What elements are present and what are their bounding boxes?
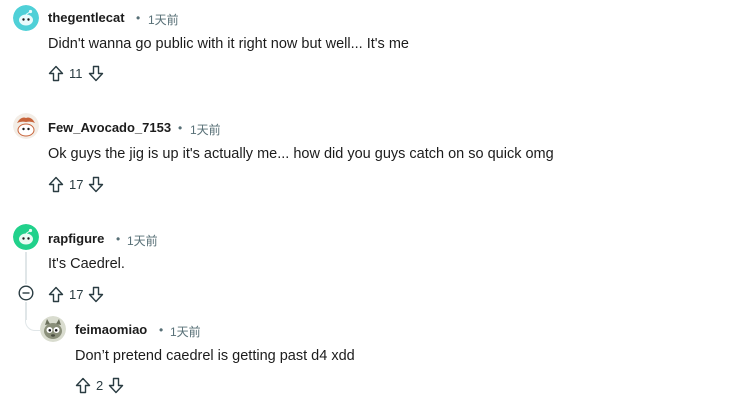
separator-dot: • [178, 121, 183, 135]
timestamp[interactable]: 1天前 [170, 323, 201, 340]
upvote-icon[interactable] [47, 285, 65, 303]
username[interactable]: feimaomiao [75, 322, 147, 337]
username[interactable]: Few_Avocado_7153 [48, 120, 171, 135]
separator-dot: • [136, 11, 141, 25]
vote-bar: 17 [47, 285, 105, 303]
upvote-icon[interactable] [47, 175, 65, 193]
avatar[interactable] [13, 113, 39, 139]
vote-bar: 2 [74, 376, 125, 394]
timestamp[interactable]: 1天前 [148, 11, 179, 28]
upvote-icon[interactable] [47, 64, 65, 82]
timestamp[interactable]: 1天前 [190, 121, 221, 138]
vote-count: 17 [69, 286, 84, 302]
downvote-icon[interactable] [87, 285, 105, 303]
comment-text: Don’t pretend caedrel is getting past d4… [75, 348, 355, 364]
vote-count: 2 [96, 377, 104, 393]
separator-dot: • [116, 232, 121, 246]
cat-avatar-icon [40, 316, 66, 342]
snoo-avatar-icon [13, 224, 39, 250]
avatar[interactable] [40, 316, 66, 342]
thread-line[interactable] [25, 252, 27, 284]
snoo-avatar-icon [13, 5, 39, 31]
separator-dot: • [159, 323, 164, 337]
avatar[interactable] [13, 224, 39, 250]
timestamp[interactable]: 1天前 [127, 232, 158, 249]
comment-text: Didn't wanna go public with it right now… [48, 36, 409, 52]
vote-count: 17 [69, 176, 84, 192]
upvote-icon[interactable] [74, 376, 92, 394]
reply-connector-curve [25, 318, 40, 331]
downvote-icon[interactable] [107, 376, 125, 394]
snoo-avatar-icon [13, 113, 39, 139]
comment-text: Ok guys the jig is up it's actually me..… [48, 146, 554, 162]
downvote-icon[interactable] [87, 175, 105, 193]
username[interactable]: thegentlecat [48, 10, 125, 25]
avatar[interactable] [13, 5, 39, 31]
vote-count: 11 [69, 65, 83, 81]
vote-bar: 11 [47, 64, 105, 82]
comment-text: It's Caedrel. [48, 256, 125, 272]
vote-bar: 17 [47, 175, 105, 193]
downvote-icon[interactable] [87, 64, 105, 82]
collapse-minus-icon[interactable] [18, 285, 34, 301]
username[interactable]: rapfigure [48, 231, 104, 246]
